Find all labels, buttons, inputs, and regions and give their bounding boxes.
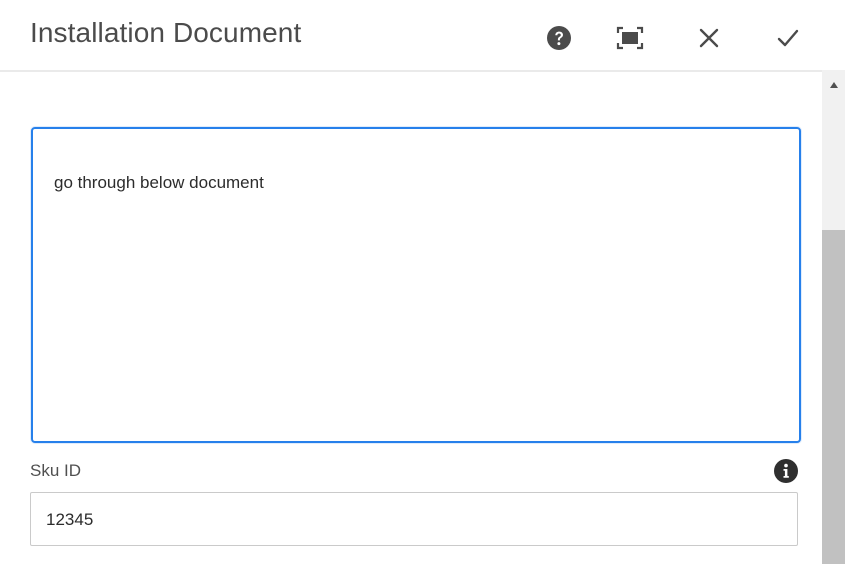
dialog-window: Installation Document go through below d… <box>0 0 845 564</box>
dialog-title: Installation Document <box>30 17 302 48</box>
help-button[interactable] <box>539 18 579 58</box>
description-text: go through below document <box>54 173 264 192</box>
help-circle-icon <box>547 26 571 50</box>
dialog-header: Installation Document <box>0 0 822 72</box>
scrollbar-thumb[interactable] <box>822 230 845 564</box>
sku-id-value: 12345 <box>46 510 94 529</box>
sku-id-input[interactable]: 12345 <box>30 492 798 546</box>
done-button[interactable] <box>768 18 808 58</box>
close-button[interactable] <box>689 18 729 58</box>
dialog-content: go through below document Sku ID 12345 <box>0 72 822 564</box>
scroll-up-arrow[interactable] <box>822 78 845 92</box>
checkmark-icon <box>777 29 799 47</box>
fullscreen-button[interactable] <box>610 18 650 58</box>
close-icon <box>699 28 719 48</box>
sku-id-label: Sku ID <box>30 461 82 480</box>
info-icon[interactable] <box>773 458 799 484</box>
triangle-up-icon <box>829 82 838 88</box>
description-textarea[interactable]: go through below document <box>31 127 801 443</box>
fullscreen-icon <box>616 26 644 50</box>
scrollbar[interactable] <box>822 70 845 564</box>
